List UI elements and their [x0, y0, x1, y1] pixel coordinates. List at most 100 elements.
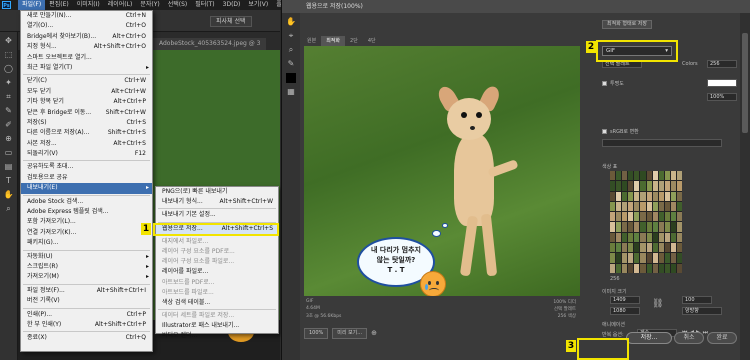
color-swatch[interactable]	[640, 171, 646, 181]
color-swatch[interactable]	[676, 243, 682, 253]
color-swatch[interactable]	[676, 212, 682, 222]
color-swatch[interactable]	[652, 191, 658, 201]
link-icon[interactable]: ⛓	[652, 299, 663, 309]
menu-edit[interactable]: 편집(E)	[45, 0, 73, 10]
color-swatch[interactable]	[622, 191, 628, 201]
export-item-comps-files[interactable]: 레이어 구성 요소를 파일로...	[156, 257, 278, 267]
color-swatch[interactable]	[664, 253, 670, 263]
color-swatch[interactable]	[610, 201, 616, 212]
color-swatch[interactable]	[616, 191, 622, 201]
color-swatch[interactable]	[658, 263, 664, 273]
color-swatch[interactable]	[646, 253, 652, 263]
color-swatch[interactable]	[664, 212, 670, 222]
export-item-save-for-web[interactable]: 웹용으로 저장... Alt+Shift+Ctrl+S	[156, 223, 278, 234]
preset-save-button[interactable]: 최적화 형태로 저장	[602, 20, 652, 29]
marquee-tool-icon[interactable]: ⬚	[3, 50, 15, 60]
color-swatch[interactable]	[646, 212, 652, 222]
color-swatch[interactable]	[670, 222, 676, 232]
menu-item-invite[interactable]: 공유하도록 초대...	[21, 162, 152, 172]
export-item-color-lookup[interactable]: 색상 검색 테이블...	[156, 298, 278, 308]
color-swatch[interactable]	[670, 263, 676, 273]
color-swatch[interactable]	[628, 212, 634, 222]
menu-item-save[interactable]: 저장(S) Ctrl+S	[21, 118, 152, 128]
magic-wand-icon[interactable]: ✦	[3, 78, 15, 88]
menu-3d[interactable]: 3D(D)	[219, 0, 245, 10]
menu-view[interactable]: 보기(V)	[244, 0, 272, 10]
menu-item-scripts[interactable]: 스크립트(R) ▸	[21, 262, 152, 272]
menu-type[interactable]: 문자(Y)	[136, 0, 163, 10]
format-select[interactable]: GIF ▾	[602, 46, 672, 56]
quality-select[interactable]: 양방향	[682, 307, 722, 315]
color-swatch[interactable]	[640, 253, 646, 263]
color-swatch[interactable]	[616, 171, 622, 181]
color-swatch[interactable]	[628, 232, 634, 243]
menu-select[interactable]: 선택(S)	[164, 0, 192, 10]
color-swatch[interactable]	[676, 263, 682, 273]
lasso-tool-icon[interactable]: ◯	[3, 64, 15, 74]
color-swatch[interactable]	[664, 181, 670, 191]
menu-item-import[interactable]: 가져오기(M) ▸	[21, 272, 152, 282]
export-item-artboards-files[interactable]: 대지에서 파일로...	[156, 237, 278, 247]
color-swatch[interactable]	[634, 191, 640, 201]
color-swatch[interactable]	[622, 232, 628, 243]
color-swatch[interactable]	[664, 243, 670, 253]
preview-button[interactable]: 미리 보기...	[332, 327, 368, 339]
color-swatch[interactable]	[676, 171, 682, 181]
color-swatch[interactable]	[634, 171, 640, 181]
color-swatch[interactable]	[670, 191, 676, 201]
select-subject-button[interactable]: 피사체 선택	[210, 16, 252, 27]
color-swatch[interactable]	[634, 201, 640, 212]
menu-item-close-all[interactable]: 모두 닫기 Alt+Ctrl+W	[21, 87, 152, 97]
color-swatch[interactable]	[664, 201, 670, 212]
menu-item-save-copy[interactable]: 사본 저장... Alt+Ctrl+S	[21, 139, 152, 149]
color-swatch[interactable]	[640, 212, 646, 222]
color-swatch[interactable]	[640, 263, 646, 273]
export-item-artboards-pdf[interactable]: 아트보드를 PDF로...	[156, 278, 278, 288]
menu-item-print[interactable]: 인쇄(P)... Ctrl+P	[21, 310, 152, 320]
color-swatch[interactable]	[616, 222, 622, 232]
scrollbar-thumb[interactable]	[742, 33, 748, 133]
color-swatch[interactable]	[634, 243, 640, 253]
color-swatch[interactable]	[670, 171, 676, 181]
color-swatch[interactable]	[658, 181, 664, 191]
color-swatch[interactable]	[646, 171, 652, 181]
export-item-export-as[interactable]: 내보내기 형식... Alt+Shift+Ctrl+W	[156, 197, 278, 207]
dither-field[interactable]: 100%	[707, 93, 737, 101]
export-item-artboards-to-files[interactable]: 아트보드를 파일로...	[156, 288, 278, 298]
menu-image[interactable]: 이미지(I)	[73, 0, 104, 10]
color-swatch[interactable]	[610, 243, 616, 253]
stamp-tool-icon[interactable]: ⊕	[3, 134, 15, 144]
crop-tool-icon[interactable]: ⌗	[3, 92, 15, 102]
dialog-scrollbar[interactable]	[740, 13, 750, 360]
toggle-slices-icon[interactable]: ▦	[285, 87, 297, 97]
menu-item-revert[interactable]: 되돌리기(V) F12	[21, 149, 152, 159]
color-swatch[interactable]	[610, 171, 616, 181]
color-swatch[interactable]	[670, 232, 676, 243]
zoom-tool-icon[interactable]: ⌕	[3, 204, 15, 214]
color-swatch[interactable]	[652, 243, 658, 253]
menu-filter[interactable]: 필터(T)	[191, 0, 218, 10]
document-tab[interactable]: AdobeStock_405363524.jpeg @ 3	[153, 38, 267, 50]
colors-field[interactable]: 256	[707, 60, 737, 68]
color-swatch[interactable]	[616, 243, 622, 253]
cancel-button[interactable]: 취소	[674, 332, 704, 344]
color-swatch[interactable]	[676, 201, 682, 212]
save-button[interactable]: 저장...	[626, 332, 672, 344]
color-swatch[interactable]	[646, 263, 652, 273]
menu-item-open-smart-object[interactable]: 스마트 오브젝트로 열기...	[21, 53, 152, 63]
color-swatch[interactable]	[664, 263, 670, 273]
hand-tool-icon[interactable]: ✋	[3, 190, 15, 200]
menu-item-adobe-stock[interactable]: Adobe Stock 검색...	[21, 197, 152, 207]
color-swatch[interactable]	[658, 191, 664, 201]
color-swatch[interactable]	[646, 201, 652, 212]
color-swatch[interactable]	[658, 232, 664, 243]
color-swatch[interactable]	[628, 201, 634, 212]
menu-item-place-linked[interactable]: 연결 가져오기(K)...	[21, 228, 152, 238]
color-swatch[interactable]	[670, 212, 676, 222]
color-swatch[interactable]	[652, 222, 658, 232]
color-swatch[interactable]	[610, 232, 616, 243]
color-swatch[interactable]	[652, 232, 658, 243]
done-button[interactable]: 완료	[707, 332, 737, 344]
color-swatch[interactable]	[640, 243, 646, 253]
color-swatch[interactable]	[676, 181, 682, 191]
